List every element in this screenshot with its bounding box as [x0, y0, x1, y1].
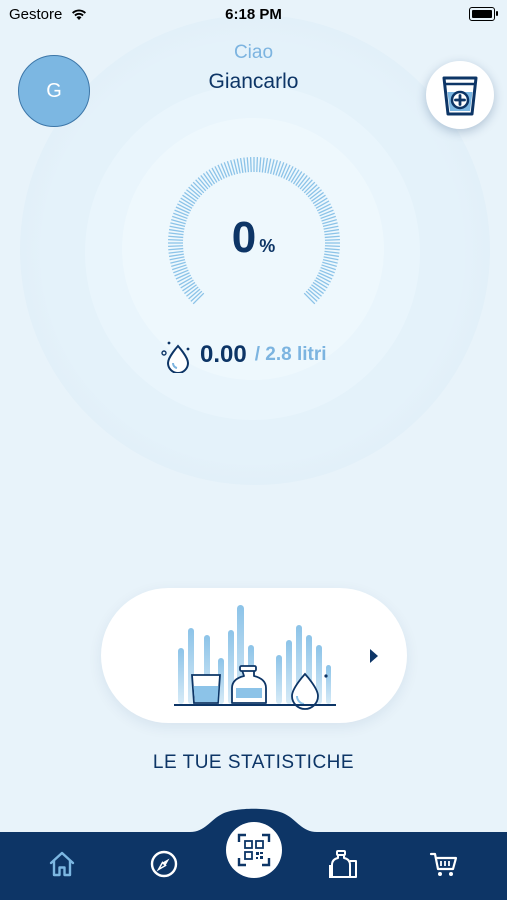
intake-summary: 0.00 / 2.8 litri	[160, 337, 327, 373]
qr-scan-icon	[237, 833, 271, 867]
home-icon	[49, 851, 75, 877]
clock: 6:18 PM	[225, 6, 282, 23]
tab-shop[interactable]	[428, 848, 460, 880]
scan-button[interactable]	[226, 822, 282, 878]
tab-products[interactable]	[328, 848, 360, 880]
status-bar: Gestore 6:18 PM	[0, 0, 507, 30]
tab-explore[interactable]	[148, 848, 180, 880]
progress-value: 0	[231, 213, 257, 262]
greeting: Ciao	[233, 42, 274, 63]
add-water-button[interactable]	[426, 61, 494, 129]
cart-icon	[429, 852, 458, 876]
statistics-label[interactable]: LE TUE STATISTICHE	[0, 752, 507, 774]
battery-icon	[469, 7, 498, 21]
intake-current: 0.00	[200, 341, 247, 368]
progress-percent: 0%	[0, 213, 507, 263]
compass-icon	[150, 850, 178, 878]
bottles-icon	[329, 850, 357, 878]
tab-home[interactable]	[46, 848, 78, 880]
add-water-icon	[442, 76, 478, 116]
intake-target: / 2.8 litri	[254, 344, 327, 365]
progress-unit: %	[259, 236, 276, 256]
water-drop-icon	[161, 341, 190, 373]
statistics-arrow-icon[interactable]	[370, 649, 378, 663]
statistics-illustration	[174, 605, 336, 710]
